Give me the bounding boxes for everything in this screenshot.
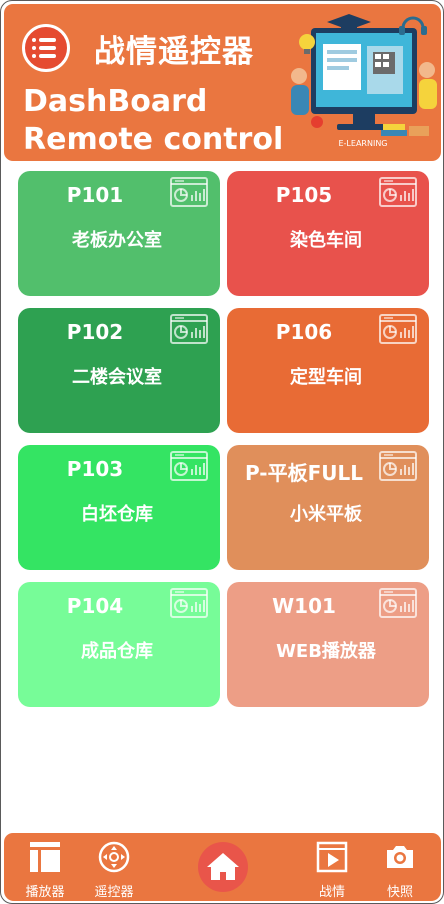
dashboard-screen-icon <box>170 588 208 618</box>
room-name: 成品仓库 <box>81 641 153 662</box>
nav-remote[interactable]: 遥控器 <box>84 833 144 901</box>
dashboard-screen-icon <box>170 177 208 207</box>
e-learning-illustration: E-LEARNING <box>291 14 437 148</box>
nav-remote-label: 遥控器 <box>94 885 134 900</box>
room-name: WEB播放器 <box>276 641 376 662</box>
nav-dashboard[interactable]: 战情 <box>302 833 362 901</box>
room-code: P104 <box>66 594 124 618</box>
nav-snapshot[interactable]: 快照 <box>370 833 430 901</box>
room-name: 定型车间 <box>290 367 362 388</box>
header-banner: 战情遥控器 DashBoard Remote control E-LEARNIN… <box>4 4 441 161</box>
room-name: 二楼会议室 <box>72 367 162 388</box>
dpad-remote-icon <box>98 841 130 873</box>
room-card[interactable]: P101 老板办公室 <box>18 171 220 296</box>
room-card[interactable]: P105 染色车间 <box>227 171 429 296</box>
illustration-caption: E-LEARNING <box>338 139 387 148</box>
home-button[interactable] <box>198 842 248 892</box>
bottom-nav-bar: 播放器 遥控器 战情 快照 <box>4 833 441 901</box>
nav-dashboard-label: 战情 <box>318 885 345 900</box>
dashboard-screen-icon <box>379 588 417 618</box>
room-code: P101 <box>66 183 124 207</box>
home-icon <box>207 853 239 880</box>
dashboard-screen-icon <box>170 314 208 344</box>
dashboard-screen-icon <box>170 451 208 481</box>
room-card[interactable]: P106 定型车间 <box>227 308 429 433</box>
dashboard-screen-icon <box>379 451 417 481</box>
nav-player-label: 播放器 <box>25 885 65 900</box>
room-card[interactable]: W101 WEB播放器 <box>227 582 429 707</box>
subtitle-line-2: Remote control <box>23 122 284 157</box>
room-name: 小米平板 <box>290 504 362 525</box>
room-card[interactable]: P102 二楼会议室 <box>18 308 220 433</box>
room-card[interactable]: P103 白坯仓库 <box>18 445 220 570</box>
room-code: P103 <box>66 457 124 481</box>
room-code: P105 <box>275 183 333 207</box>
app-title: 战情遥控器 <box>94 34 254 70</box>
room-name: 老板办公室 <box>72 230 162 251</box>
room-name: 染色车间 <box>290 230 362 251</box>
room-code: W101 <box>272 594 336 618</box>
app-window: 战情遥控器 DashBoard Remote control E-LEARNIN… <box>0 0 444 904</box>
room-code: P102 <box>66 320 124 344</box>
camera-icon <box>387 846 413 868</box>
nav-player[interactable]: 播放器 <box>15 833 75 901</box>
room-code: P106 <box>275 320 333 344</box>
layout-panel-icon <box>30 842 60 872</box>
nav-snapshot-label: 快照 <box>386 885 413 900</box>
room-card[interactable]: P-平板FULL 小米平板 <box>227 445 429 570</box>
play-screen-icon <box>316 841 348 873</box>
menu-button[interactable] <box>22 24 70 72</box>
room-name: 白坯仓库 <box>81 504 153 525</box>
room-card[interactable]: P104 成品仓库 <box>18 582 220 707</box>
room-code: P-平板FULL <box>245 461 363 485</box>
dashboard-screen-icon <box>379 177 417 207</box>
subtitle-line-1: DashBoard <box>23 84 208 119</box>
dashboard-screen-icon <box>379 314 417 344</box>
